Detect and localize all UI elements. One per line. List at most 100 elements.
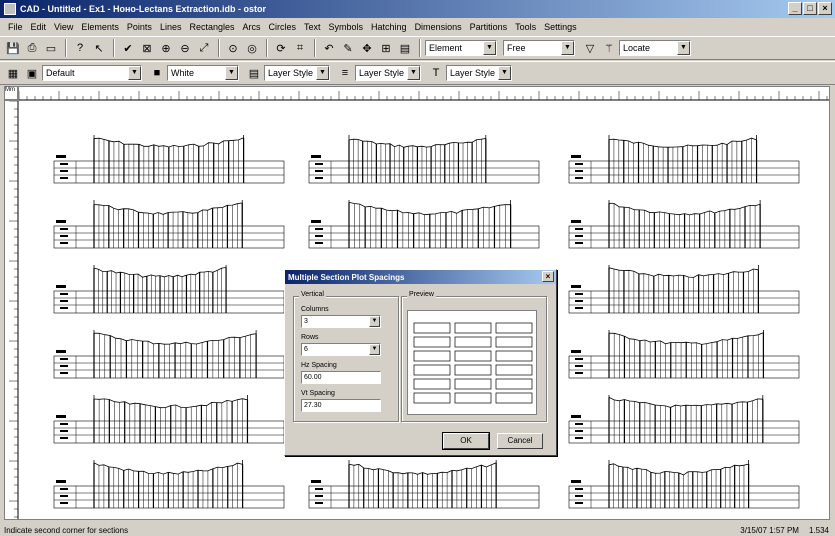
ok-button[interactable]: OK [443,433,489,449]
context-help-icon[interactable]: ↖ [90,39,108,57]
title-bar: CAD - Untitled - Ex1 - Ноно-Lectans Extr… [0,0,835,18]
menu-item-tools[interactable]: Tools [511,22,540,32]
zoom-previous-icon[interactable]: ⊙ [224,39,242,57]
line-weight-icon[interactable]: ≡ [336,64,354,82]
preview-cell [413,350,451,362]
line-style-combo[interactable]: Layer Style ▼ [264,65,330,81]
menu-item-text[interactable]: Text [300,22,325,32]
zoom-in-icon[interactable]: ⊕ [157,39,175,57]
menu-item-edit[interactable]: Edit [27,22,51,32]
maximize-button[interactable]: □ [803,2,817,15]
chevron-down-icon: ▼ [128,66,141,80]
pencil-icon[interactable]: ✎ [339,39,357,57]
menu-item-arcs[interactable]: Arcs [238,22,264,32]
menu-item-lines[interactable]: Lines [156,22,186,32]
print-preview-icon[interactable]: ▭ [42,39,60,57]
cross-section [568,135,800,184]
window-title: CAD - Untitled - Ex1 - Ноно-Lectans Extr… [20,4,266,14]
color-icon[interactable]: ■ [148,64,166,82]
vt-spacing-label: Vt Spacing [301,390,335,397]
columns-label: Columns [301,306,329,313]
chevron-down-icon: ▼ [369,316,380,327]
horizontal-ruler [18,86,830,101]
cross-section [568,200,800,249]
preview-cell [495,350,533,362]
hz-spacing-label: Hz Spacing [301,362,337,369]
zoom-window-icon[interactable]: ⊠ [138,39,156,57]
menu-item-settings[interactable]: Settings [540,22,581,32]
help-icon[interactable]: ? [71,39,89,57]
layer-icon[interactable]: ▦ [4,64,22,82]
ruler-corner: Mm [4,86,18,100]
element-combo[interactable]: Element ▼ [425,40,497,56]
zoom-all-icon[interactable]: ◎ [243,39,261,57]
wand-icon[interactable]: ⚚ [600,39,618,57]
text-style-combo[interactable]: Layer Style ▼ [446,65,512,81]
zoom-extents-icon[interactable]: ⤢ [195,39,213,57]
vertical-ruler [4,100,19,520]
cancel-button[interactable]: Cancel [497,433,543,449]
menu-item-circles[interactable]: Circles [264,22,300,32]
snap-icon[interactable]: ⊞ [377,39,395,57]
properties-icon[interactable]: ▤ [396,39,414,57]
menu-item-partitions[interactable]: Partitions [466,22,512,32]
preview-cell [495,322,533,334]
rows-select[interactable]: 6 ▼ [301,343,381,356]
locate-combo[interactable]: Locate ▼ [619,40,691,56]
preview-cell [413,322,451,334]
hz-spacing-input[interactable]: 60.00 [301,371,381,384]
multiple-section-plot-dialog: Multiple Section Plot Spacings × Vertica… [284,269,557,456]
menu-item-dimensions[interactable]: Dimensions [411,22,466,32]
layer-manager-icon[interactable]: ▣ [23,64,41,82]
filter-icon[interactable]: ▽ [581,39,599,57]
chevron-down-icon: ▼ [498,66,511,80]
redraw-icon[interactable]: ⟳ [272,39,290,57]
chevron-down-icon: ▼ [561,41,574,55]
preview-cell [413,378,451,390]
check-icon[interactable]: ✔ [119,39,137,57]
menu-item-symbols[interactable]: Symbols [325,22,368,32]
columns-select[interactable]: 3 ▼ [301,315,381,328]
layer-toolbar: ▦ ▣ Default ▼ ■ White ▼ ▤ Layer Style ▼ ≡ L… [0,61,835,85]
text-style-icon[interactable]: T [427,64,445,82]
move-icon[interactable]: ✥ [358,39,376,57]
menu-item-view[interactable]: View [50,22,77,32]
cross-section [308,200,540,249]
line-weight-combo[interactable]: Layer Style ▼ [355,65,421,81]
status-date: 3/15/07 1:57 PM [740,525,799,535]
menu-item-elements[interactable]: Elements [77,22,123,32]
zoom-out-icon[interactable]: ⊖ [176,39,194,57]
menu-bar: File Edit View Elements Points Lines Rectangle… [0,19,835,35]
undo-icon[interactable]: ↶ [320,39,338,57]
chevron-down-icon: ▼ [369,344,380,355]
print-icon[interactable]: ⎙ [23,39,41,57]
status-zoom: 1.534 [808,525,829,535]
snap-mode-combo[interactable]: Free ▼ [503,40,575,56]
preview-cell [495,378,533,390]
cross-section [568,395,800,444]
preview-cell [454,378,492,390]
dialog-title: Multiple Section Plot Spacings [288,272,405,282]
menu-item-points[interactable]: Points [123,22,156,32]
cross-section [568,330,800,379]
cross-section [568,460,800,509]
color-combo[interactable]: White ▼ [167,65,239,81]
menu-item-hatching[interactable]: Hatching [367,22,411,32]
vt-spacing-input[interactable]: 27.30 [301,399,381,412]
menu-item-file[interactable]: File [4,22,27,32]
grid-icon[interactable]: ⌗ [291,39,309,57]
layer-combo[interactable]: Default ▼ [42,65,142,81]
line-style-icon[interactable]: ▤ [245,64,263,82]
status-bar: Indicate second corner for sections 3/15… [0,524,835,536]
menu-item-rectangles[interactable]: Rectangles [185,22,238,32]
app-icon [4,3,16,15]
close-button[interactable]: × [818,2,832,15]
cross-section [308,460,540,509]
cross-section [53,265,285,314]
cross-section [53,460,285,509]
preview-area [407,310,537,415]
save-icon[interactable]: 💾 [4,39,22,57]
dialog-close-button[interactable]: × [542,271,554,282]
minimize-button[interactable]: _ [788,2,802,15]
preview-cell [454,364,492,376]
